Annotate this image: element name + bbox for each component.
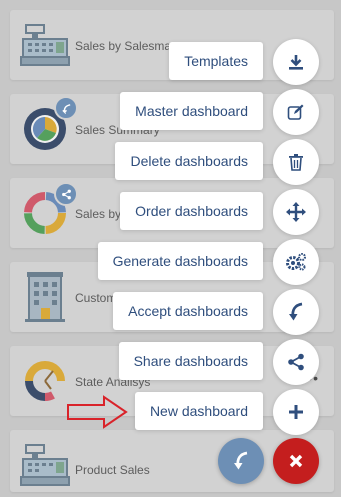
menu-item-templates[interactable]: Templates [0, 39, 341, 85]
menu-item-delete-dashboards[interactable]: Delete dashboards [0, 139, 341, 185]
menu-item-share-dashboards[interactable]: Share dashboards [0, 339, 341, 385]
menu-item-new-dashboard[interactable]: New dashboard [0, 389, 341, 435]
menu-item-generate-dashboards[interactable]: Generate dashboards [0, 239, 341, 285]
annotation-arrow-icon [67, 395, 128, 429]
close-icon [289, 454, 303, 468]
menu-item-label[interactable]: Order dashboards [120, 192, 263, 230]
menu-item-label[interactable]: Accept dashboards [113, 292, 263, 330]
dashboard-card-title: Product Sales [75, 463, 150, 477]
gears-icon[interactable] [273, 239, 319, 285]
cash-register-icon [14, 433, 76, 497]
edit-icon[interactable] [273, 89, 319, 135]
plus-icon[interactable] [273, 389, 319, 435]
menu-item-label[interactable]: Delete dashboards [115, 142, 263, 180]
menu-item-order-dashboards[interactable]: Order dashboards [0, 189, 341, 235]
main-fab-button[interactable] [218, 438, 264, 484]
menu-item-label[interactable]: Generate dashboards [97, 242, 263, 280]
curved-arrow-icon [234, 451, 248, 470]
accept-arrow-icon[interactable] [273, 289, 319, 335]
menu-item-label[interactable]: New dashboard [134, 392, 263, 430]
menu-item-label[interactable]: Share dashboards [118, 342, 263, 380]
trash-icon[interactable] [273, 139, 319, 185]
close-menu-button[interactable] [273, 438, 319, 484]
menu-item-label[interactable]: Master dashboard [120, 92, 263, 130]
move-arrows-icon[interactable] [273, 189, 319, 235]
share-icon[interactable] [273, 339, 319, 385]
menu-item-accept-dashboards[interactable]: Accept dashboards [0, 289, 341, 335]
menu-item-master-dashboard[interactable]: Master dashboard [0, 89, 341, 135]
download-icon[interactable] [273, 39, 319, 85]
menu-item-label[interactable]: Templates [169, 42, 263, 80]
